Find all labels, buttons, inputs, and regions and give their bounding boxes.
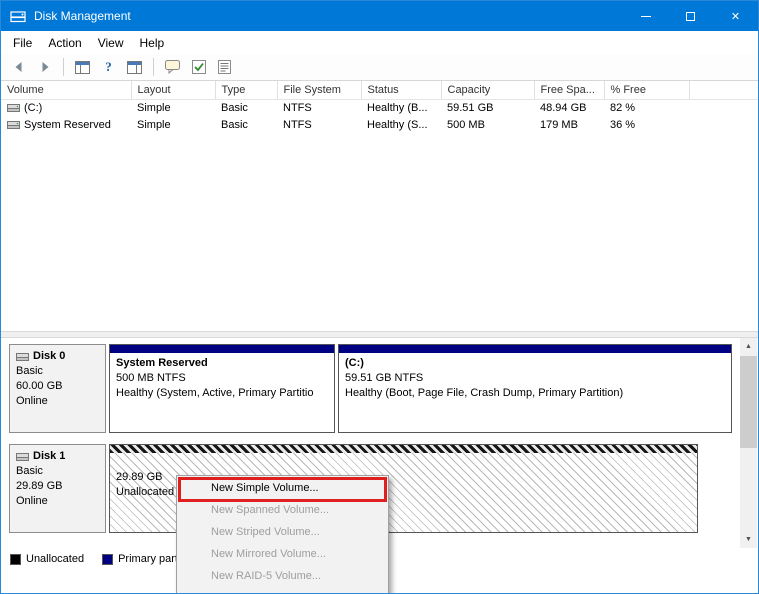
- titlebar: Disk Management ✕: [1, 1, 758, 31]
- partition-size: 59.51 GB NTFS: [345, 372, 424, 384]
- disk-name: Disk 0: [33, 350, 66, 362]
- legend-label: Primary part: [118, 553, 178, 565]
- volume-list-panel: Volume Layout Type File System Status Ca…: [1, 81, 758, 331]
- legend-unallocated: Unallocated: [10, 553, 84, 565]
- close-icon: ✕: [730, 10, 741, 23]
- disk-icon: [16, 453, 29, 461]
- help-icon[interactable]: ?: [97, 56, 120, 78]
- column-header-free-space[interactable]: Free Spa...: [534, 81, 605, 100]
- maximize-icon: [686, 11, 695, 21]
- volume-free-space: 48.94 GB: [540, 101, 587, 114]
- action-pane-icon[interactable]: [123, 56, 146, 78]
- disk-status: Online: [16, 495, 48, 507]
- volume-file-system: NTFS: [283, 101, 312, 114]
- scrollbar-thumb[interactable]: [740, 356, 757, 448]
- partition-title: (C:): [345, 357, 364, 369]
- menu-item-new-mirrored-volume: New Mirrored Volume...: [211, 548, 326, 560]
- volume-table-header: Volume Layout Type File System Status Ca…: [1, 81, 758, 100]
- partition-color-band: [339, 345, 731, 353]
- volume-icon: [7, 104, 20, 113]
- vertical-scrollbar[interactable]: ▲ ▼: [740, 338, 757, 548]
- volume-type: Basic: [221, 101, 248, 114]
- disk-name: Disk 1: [33, 450, 66, 462]
- legend-primary-partition: Primary part: [92, 553, 178, 565]
- volume-name: System Reserved: [24, 118, 111, 131]
- menu-help[interactable]: Help: [132, 32, 173, 54]
- window-title: Disk Management: [34, 9, 131, 23]
- disk0-header[interactable]: Disk 0 Basic 60.00 GB Online: [9, 344, 106, 433]
- menu-view[interactable]: View: [90, 32, 132, 54]
- disk-icon: [16, 353, 29, 361]
- toolbar: ?: [1, 54, 758, 81]
- checkmark-icon[interactable]: [187, 56, 210, 78]
- toolbar-separator: [153, 58, 154, 76]
- volume-row-system-reserved[interactable]: System Reserved Simple Basic NTFS Health…: [1, 116, 758, 133]
- column-header-layout[interactable]: Layout: [131, 81, 216, 100]
- maximize-button[interactable]: [668, 1, 713, 31]
- export-list-icon[interactable]: [213, 56, 236, 78]
- volume-table: Volume Layout Type File System Status Ca…: [1, 81, 758, 133]
- scroll-down-icon[interactable]: ▼: [740, 531, 757, 548]
- minimize-icon: [640, 15, 651, 17]
- context-menu: New Simple Volume... New Spanned Volume.…: [176, 475, 389, 593]
- menu-file[interactable]: File: [5, 32, 40, 54]
- partition-c[interactable]: (C:) 59.51 GB NTFS Healthy (Boot, Page F…: [338, 344, 732, 433]
- volume-free-space: 179 MB: [540, 118, 578, 131]
- primary-partition-swatch: [102, 553, 114, 565]
- disk-size: 29.89 GB: [16, 480, 63, 492]
- column-header-empty: [689, 81, 758, 100]
- volume-type: Basic: [221, 118, 248, 131]
- partition-status: Healthy (Boot, Page File, Crash Dump, Pr…: [345, 387, 624, 399]
- column-header-capacity[interactable]: Capacity: [441, 81, 535, 100]
- unallocated-color-band: [110, 445, 697, 453]
- volume-layout: Simple: [137, 101, 171, 114]
- close-button[interactable]: ✕: [713, 1, 758, 31]
- minimize-button[interactable]: [623, 1, 668, 31]
- menu-item-new-raid5-volume: New RAID-5 Volume...: [211, 570, 322, 582]
- column-header-percent-free[interactable]: % Free: [604, 81, 690, 100]
- partition-system-reserved[interactable]: System Reserved 500 MB NTFS Healthy (Sys…: [109, 344, 335, 433]
- window-controls: ✕: [623, 1, 758, 31]
- unallocated-swatch: [10, 553, 21, 565]
- volume-capacity: 500 MB: [447, 118, 485, 131]
- toolbar-separator: [63, 58, 64, 76]
- volume-icon: [7, 121, 20, 129]
- volume-row-c[interactable]: (C:) Simple Basic NTFS Healthy (B... 59.…: [1, 99, 758, 116]
- volume-capacity: 59.51 GB: [447, 101, 494, 114]
- disk-type: Basic: [16, 365, 43, 377]
- volume-status: Healthy (B...: [367, 101, 428, 114]
- tooltip-icon[interactable]: [161, 56, 184, 78]
- disk1-header[interactable]: Disk 1 Basic 29.89 GB Online: [9, 444, 106, 533]
- column-header-type[interactable]: Type: [215, 81, 278, 100]
- partition-title: System Reserved: [116, 357, 208, 369]
- disk-status: Online: [16, 395, 48, 407]
- menu-item-new-simple-volume[interactable]: New Simple Volume...: [177, 477, 388, 499]
- back-icon[interactable]: [7, 56, 30, 78]
- partition-color-band: [110, 345, 334, 353]
- scroll-up-icon[interactable]: ▲: [740, 338, 757, 355]
- menubar: File Action View Help: [1, 31, 758, 54]
- volume-percent-free: 36 %: [610, 118, 636, 131]
- console-tree-icon[interactable]: [71, 56, 94, 78]
- partition-status: Healthy (System, Active, Primary Partiti…: [116, 387, 314, 399]
- menu-item-new-striped-volume: New Striped Volume...: [211, 526, 320, 538]
- column-header-file-system[interactable]: File System: [277, 81, 362, 100]
- volume-percent-free: 82 %: [610, 101, 636, 114]
- column-header-volume[interactable]: Volume: [1, 81, 132, 100]
- volume-layout: Simple: [137, 118, 171, 131]
- disk-size: 60.00 GB: [16, 380, 63, 392]
- legend-label: Unallocated: [26, 553, 85, 565]
- volume-name: (C:): [24, 101, 43, 114]
- disk-type: Basic: [16, 465, 43, 477]
- menu-action[interactable]: Action: [40, 32, 89, 54]
- volume-status: Healthy (S...: [367, 118, 428, 131]
- partition-size: 500 MB NTFS: [116, 372, 186, 384]
- disk-management-window: Disk Management ✕ File Action View Help: [0, 0, 759, 594]
- volume-file-system: NTFS: [283, 118, 312, 131]
- pane-splitter[interactable]: [1, 331, 758, 338]
- menu-item-new-spanned-volume: New Spanned Volume...: [211, 504, 330, 516]
- column-header-status[interactable]: Status: [361, 81, 442, 100]
- app-icon: [10, 8, 26, 24]
- forward-icon[interactable]: [33, 56, 56, 78]
